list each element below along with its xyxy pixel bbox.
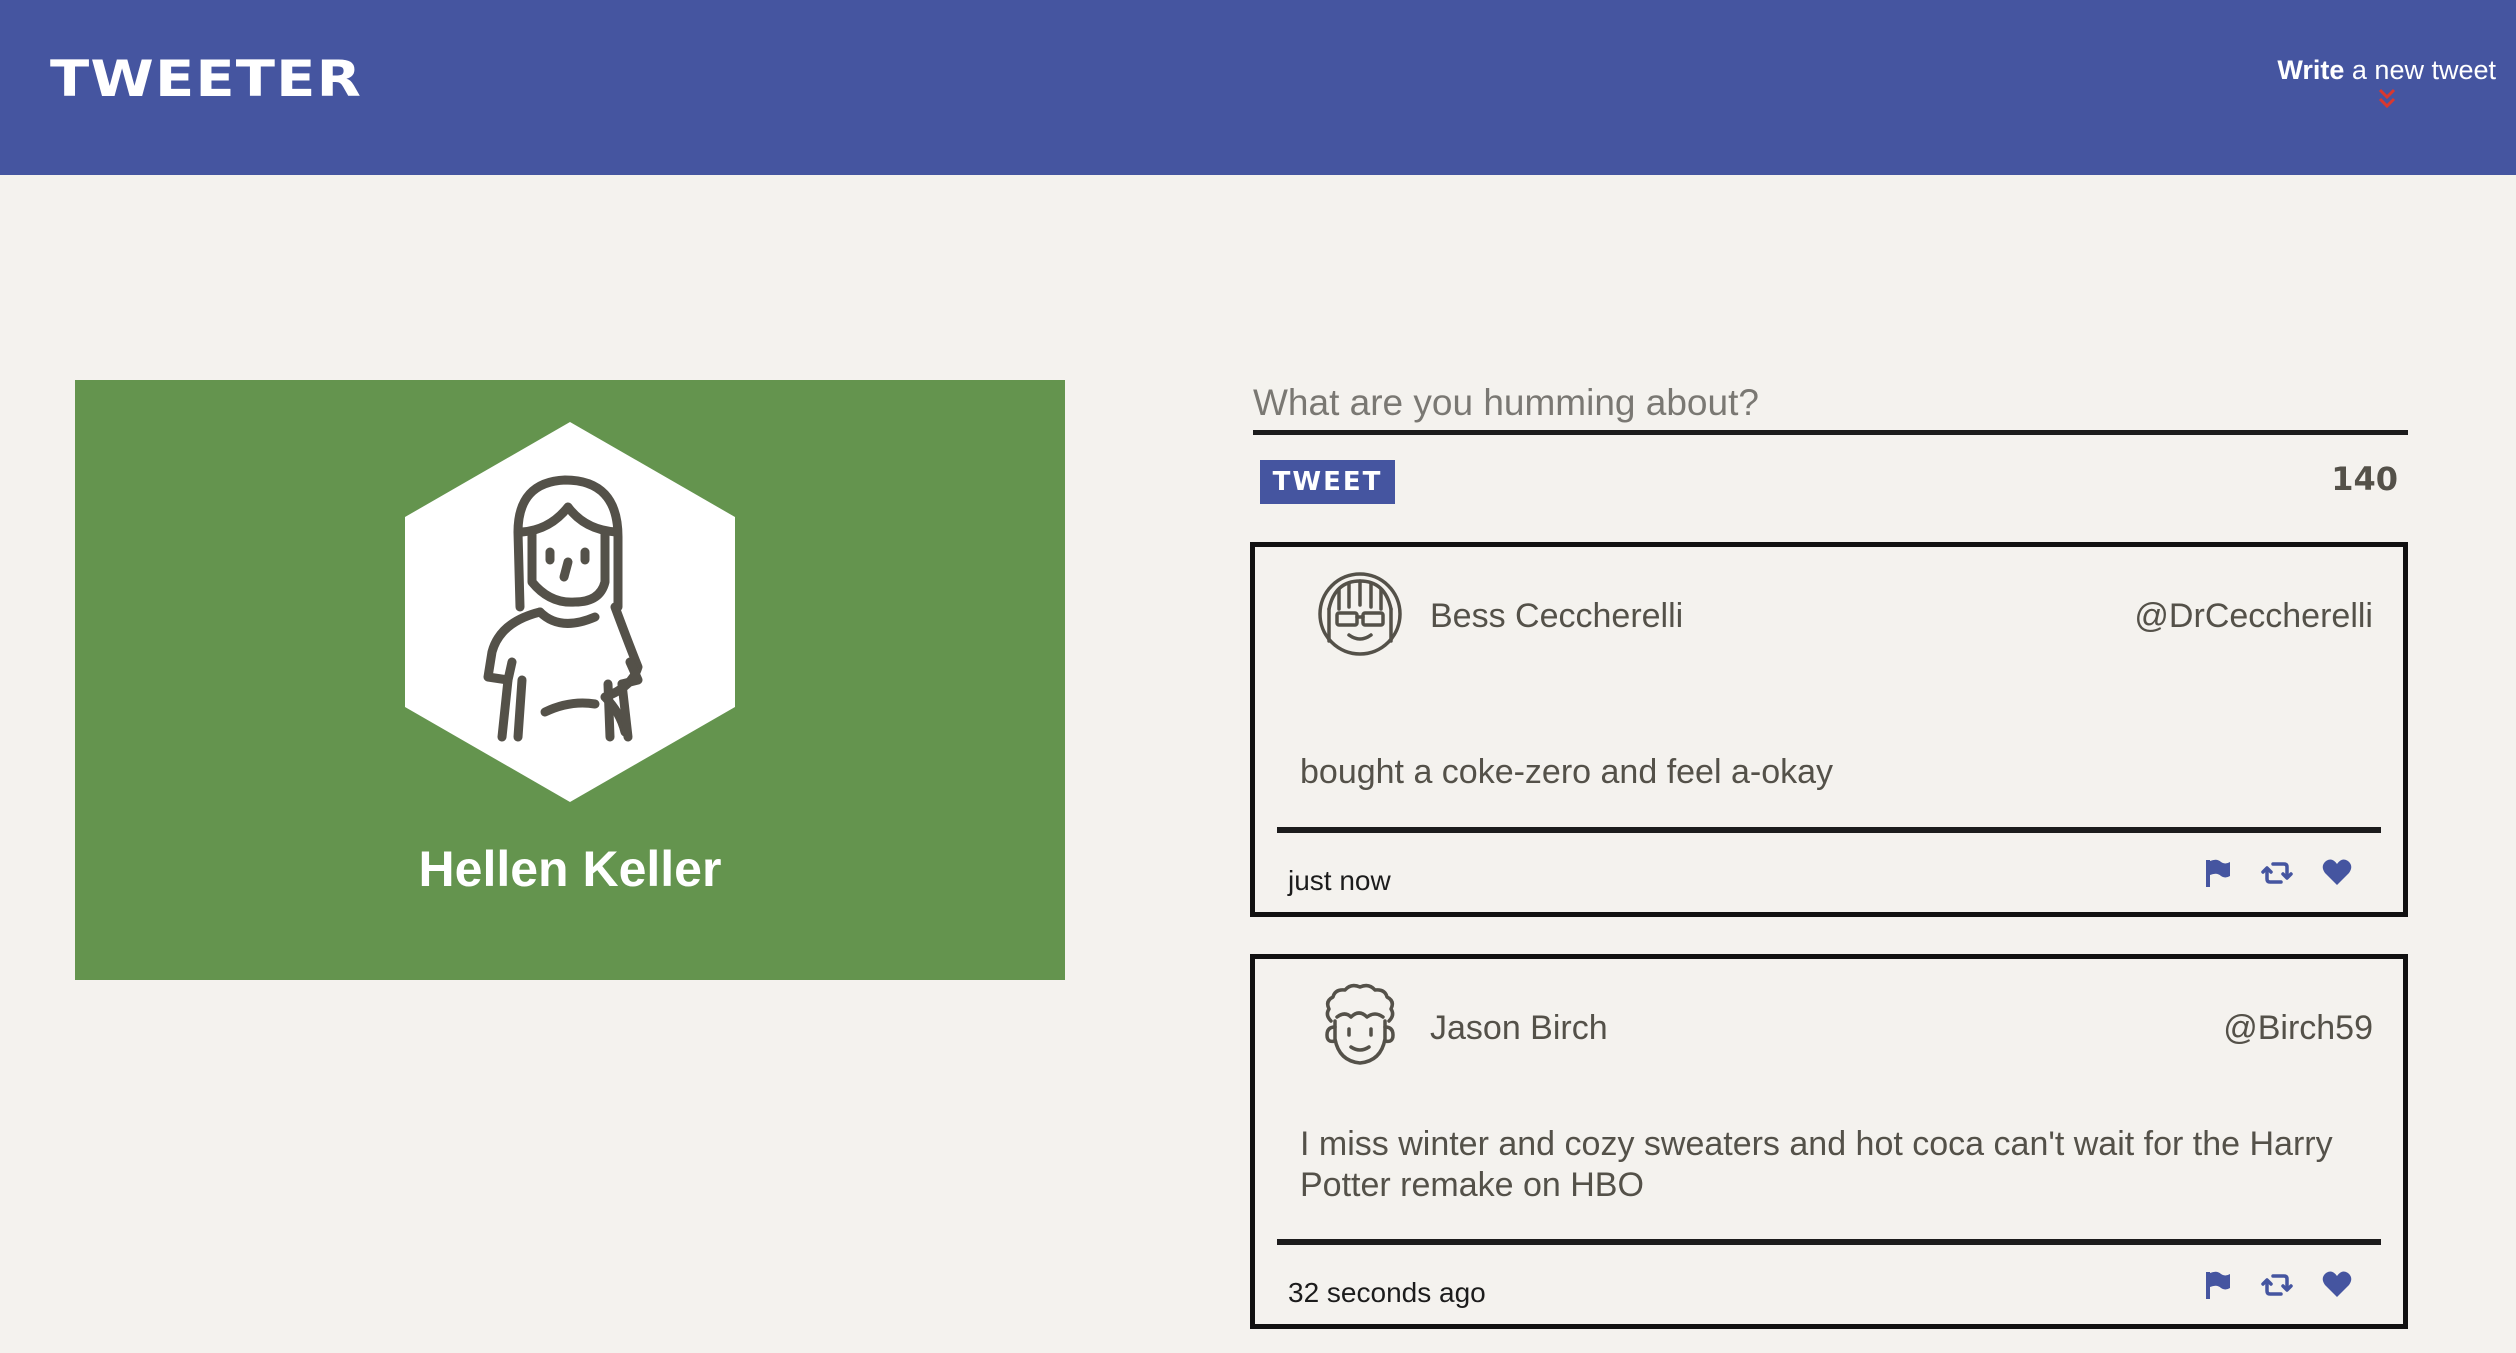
write-new-tweet-toggle[interactable]: Write a new tweet bbox=[2277, 55, 2496, 114]
flag-icon[interactable] bbox=[2201, 857, 2233, 889]
tweet-text: bought a coke-zero and feel a-okay bbox=[1300, 753, 1834, 791]
compose-toggle-rest: a new tweet bbox=[2344, 55, 2496, 85]
tweet-divider bbox=[1277, 1239, 2381, 1245]
tweet-text: I miss winter and cozy sweaters and hot … bbox=[1300, 1125, 2333, 1204]
tweet-divider bbox=[1277, 827, 2381, 833]
tweet-timestamp: 32 seconds ago bbox=[1288, 1277, 1486, 1308]
heart-icon[interactable] bbox=[2321, 1269, 2353, 1301]
flag-icon[interactable] bbox=[2201, 1269, 2233, 1301]
tweet-actions bbox=[2201, 1269, 2353, 1301]
tweet-card: Jason Birch @Birch59 I miss winter and c… bbox=[1250, 954, 2408, 1329]
tweet-button[interactable]: TWEET bbox=[1260, 460, 1395, 504]
tweet-author-handle[interactable]: @DrCeccherelli bbox=[2134, 597, 2373, 636]
tweet-composer: TWEET 140 bbox=[1253, 370, 2408, 504]
woman-avatar-icon bbox=[405, 422, 735, 802]
character-counter: 140 bbox=[2331, 460, 2398, 498]
compose-toggle-bold: Write bbox=[2277, 55, 2345, 85]
tweet-card: Bess Ceccherelli @DrCeccherelli bought a… bbox=[1250, 542, 2408, 917]
girl-glasses-avatar-icon bbox=[1318, 572, 1402, 656]
tweet-author-name: Jason Birch bbox=[1430, 1009, 1608, 1047]
top-nav: TWEETER Write a new tweet bbox=[0, 0, 2516, 175]
tweet-actions bbox=[2201, 857, 2353, 889]
heart-icon[interactable] bbox=[2321, 857, 2353, 889]
profile-card: Hellen Keller bbox=[75, 380, 1065, 980]
tweet-timestamp: just now bbox=[1288, 865, 1391, 896]
retweet-icon[interactable] bbox=[2261, 857, 2293, 889]
tweet-input[interactable] bbox=[1253, 370, 2408, 435]
double-chevron-down-icon bbox=[2378, 88, 2395, 109]
tweet-author-handle[interactable]: @Birch59 bbox=[2223, 1009, 2373, 1048]
profile-name: Hellen Keller bbox=[418, 841, 722, 897]
tweet-author-name: Bess Ceccherelli bbox=[1430, 597, 1684, 635]
curly-hair-avatar-icon bbox=[1325, 983, 1395, 1065]
brand-logo[interactable]: TWEETER bbox=[50, 50, 362, 108]
retweet-icon[interactable] bbox=[2261, 1269, 2293, 1301]
